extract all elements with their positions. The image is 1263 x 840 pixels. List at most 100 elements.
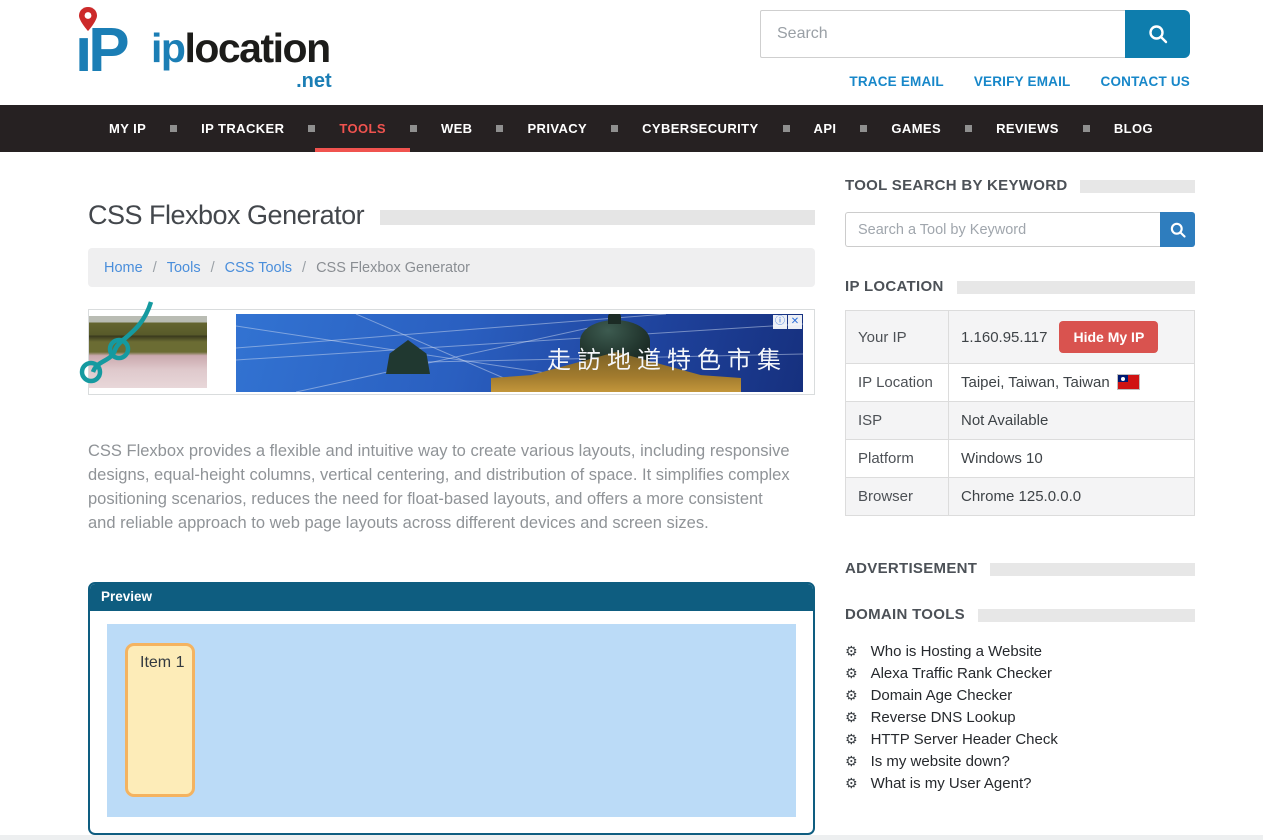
nav-separator — [308, 125, 315, 132]
ip-row-label: Platform — [846, 440, 949, 478]
list-item: ⚙ Domain Age Checker — [845, 684, 1195, 706]
gear-icon: ⚙ — [845, 688, 858, 702]
heading-decoration-bar — [990, 563, 1195, 576]
site-search-input[interactable] — [760, 10, 1125, 58]
logo-wordmark: iplocation .net — [151, 28, 330, 69]
nav-item-reviews[interactable]: REVIEWS — [972, 105, 1083, 152]
ip-row-value-text: 1.160.95.117 — [961, 329, 1047, 346]
location-pin-icon — [77, 6, 99, 32]
preview-panel: Preview Item 1 — [88, 582, 815, 835]
domain-tool-link-reverse-dns-lookup[interactable]: Reverse DNS Lookup — [871, 709, 1016, 726]
nav-separator — [170, 125, 177, 132]
ip-location-heading: IP LOCATION — [845, 278, 1195, 295]
preview-panel-body: Item 1 — [90, 611, 813, 833]
site-search-button[interactable] — [1125, 10, 1190, 58]
domain-tool-link-alexa-traffic-rank-checker[interactable]: Alexa Traffic Rank Checker — [871, 665, 1052, 682]
list-item: ⚙Reverse DNS Lookup — [845, 706, 1195, 728]
breadcrumb-separator: / — [211, 260, 215, 276]
domain-tool-link-who-is-hosting-a-website[interactable]: Who is Hosting a Website — [871, 643, 1042, 660]
tool-search-form — [845, 212, 1195, 247]
header-link-contact-us[interactable]: CONTACT US — [1101, 74, 1191, 89]
ip-row-value-text: Windows 10 — [961, 450, 1043, 467]
nav-item-blog[interactable]: BLOG — [1090, 105, 1177, 152]
ad-close-icon[interactable]: ✕ — [788, 315, 802, 329]
footer-strip — [0, 835, 1263, 840]
ip-row-value: Windows 10 — [949, 440, 1195, 478]
ad-info-icon[interactable]: ⓘ — [773, 315, 787, 329]
nav-separator — [965, 125, 972, 132]
flex-item-1: Item 1 — [125, 643, 195, 797]
nav-separator — [1083, 125, 1090, 132]
nav-item-tools[interactable]: TOOLS — [315, 105, 410, 152]
ip-row-value: Not Available — [949, 402, 1195, 440]
ip-row-label: Your IP — [846, 311, 949, 364]
tool-search-heading: TOOL SEARCH BY KEYWORD — [845, 177, 1195, 194]
heading-decoration-bar — [957, 281, 1195, 294]
table-row: Browser Chrome 125.0.0.0 — [846, 478, 1195, 516]
page-title: CSS Flexbox Generator — [88, 200, 364, 231]
ad-main-image: 走訪地道特色市集 ⓘ ✕ — [236, 314, 803, 392]
sidebar: TOOL SEARCH BY KEYWORD IP LOCATION Your … — [845, 177, 1195, 794]
ip-row-value: Chrome 125.0.0.0 — [949, 478, 1195, 516]
gear-icon: ⚙ — [845, 644, 858, 658]
nav-item-api[interactable]: API — [790, 105, 861, 152]
nav-item-web[interactable]: WEB — [417, 105, 497, 152]
ip-row-value-text: Not Available — [961, 412, 1048, 429]
breadcrumb-separator: / — [153, 260, 157, 276]
main-column: CSS Flexbox Generator Home / Tools / CSS Too… — [88, 200, 815, 835]
header-link-verify-email[interactable]: VERIFY EMAIL — [974, 74, 1071, 89]
nav-separator — [783, 125, 790, 132]
list-item: ⚙ Who is Hosting a Website — [845, 640, 1195, 662]
breadcrumb-tools[interactable]: Tools — [167, 260, 201, 276]
ip-row-value-text: Taipei, Taiwan, Taiwan — [961, 374, 1110, 391]
list-item: ⚙ Alexa Traffic Rank Checker — [845, 662, 1195, 684]
logo[interactable]: ıP iplocation .net — [75, 6, 330, 90]
domain-tool-link-http-server-header-check[interactable]: HTTP Server Header Check — [871, 731, 1058, 748]
ip-row-label: ISP — [846, 402, 949, 440]
ad-route-line-graphic — [89, 302, 207, 397]
nav-separator — [496, 125, 503, 132]
list-item: ⚙ What is my User Agent? — [845, 772, 1195, 794]
ip-location-table: Your IP 1.160.95.117 Hide My IP IP Location… — [845, 310, 1195, 516]
domain-tool-link-what-is-my-user-agent[interactable]: What is my User Agent? — [871, 775, 1032, 792]
ip-row-value-text: Chrome 125.0.0.0 — [961, 488, 1081, 505]
breadcrumb: Home/Tools/CSS Tools/CSS Flexbox Generat… — [88, 248, 815, 287]
preview-panel-header: Preview — [90, 584, 813, 611]
breadcrumb-home[interactable]: Home — [104, 260, 143, 276]
list-item: ⚙HTTP Server Header Check — [845, 728, 1195, 750]
site-header: ıP iplocation .net TRACE EMAIL VERIFY EMA… — [0, 0, 1263, 105]
header-right: TRACE EMAIL VERIFY EMAIL CONTACT US — [760, 10, 1190, 89]
hide-my-ip-button[interactable]: Hide My IP — [1059, 321, 1158, 353]
gear-icon: ⚙ — [845, 776, 858, 790]
table-row: ISP Not Available — [846, 402, 1195, 440]
tool-search-input[interactable] — [845, 212, 1160, 247]
page: ıP iplocation .net TRACE EMAIL VERIFY EMA… — [0, 0, 1263, 840]
ad-left-thumbnail-image — [89, 316, 207, 388]
table-row: IP LocationTaipei, Taiwan, Taiwan — [846, 364, 1195, 402]
ip-row-value: Taipei, Taiwan, Taiwan — [949, 364, 1195, 402]
nav-separator — [410, 125, 417, 132]
title-decoration-bar — [380, 210, 815, 225]
gear-icon: ⚙ — [845, 666, 858, 680]
list-item: ⚙Is my website down? — [845, 750, 1195, 772]
tool-description: CSS Flexbox provides a flexible and intu… — [88, 439, 793, 535]
nav-item-games[interactable]: GAMES — [867, 105, 965, 152]
nav-item-my-ip[interactable]: MY IP — [85, 105, 170, 152]
nav-item-cybersecurity[interactable]: CYBERSECURITY — [618, 105, 782, 152]
heading-decoration-bar — [978, 609, 1195, 622]
ad-caption-text: 走訪地道特色市集 — [547, 340, 787, 375]
ip-row-label: Browser — [846, 478, 949, 516]
ad-banner[interactable]: 走訪地道特色市集 ⓘ ✕ — [88, 309, 815, 395]
breadcrumb-css-tools[interactable]: CSS Tools — [225, 260, 292, 276]
domain-tools-heading: DOMAIN TOOLS — [845, 606, 1195, 623]
table-row: Your IP 1.160.95.117 Hide My IP — [846, 311, 1195, 364]
domain-tool-link-is-my-website-down[interactable]: Is my website down? — [871, 753, 1010, 770]
nav-item-privacy[interactable]: PRIVACY — [503, 105, 611, 152]
search-icon — [1147, 23, 1169, 45]
breadcrumb-separator: / — [302, 260, 306, 276]
header-link-trace-email[interactable]: TRACE EMAIL — [849, 74, 943, 89]
nav-item-ip-tracker[interactable]: IP TRACKER — [177, 105, 308, 152]
tool-search-button[interactable] — [1160, 212, 1195, 247]
nav-separator — [611, 125, 618, 132]
domain-tool-link-domain-age-checker[interactable]: Domain Age Checker — [871, 687, 1013, 704]
